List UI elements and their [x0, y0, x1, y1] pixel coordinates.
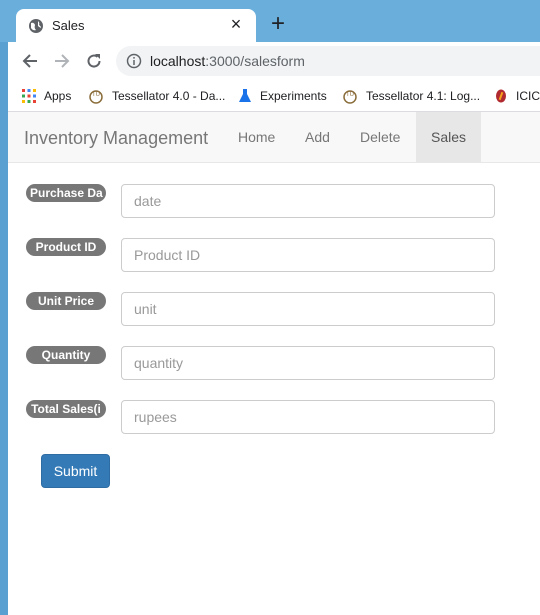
tab-strip: Sales × + — [0, 0, 540, 42]
nav-link-home[interactable]: Home — [223, 112, 290, 162]
globe-icon — [29, 19, 43, 33]
product-id-label: Product ID — [26, 238, 106, 256]
address-bar[interactable]: localhost:3000/salesform — [116, 46, 540, 76]
forward-button[interactable] — [50, 49, 74, 73]
nav-link-add[interactable]: Add — [290, 112, 345, 162]
bookmark-apps[interactable]: Apps — [22, 86, 71, 106]
bookmark-tessellator-41[interactable]: TU Tessellator 4.1: Log... — [342, 86, 480, 106]
bookmark-label: Tessellator 4.1: Log... — [366, 89, 481, 103]
arrow-left-icon — [22, 54, 37, 68]
tessellator-icon: TU — [343, 90, 357, 104]
total-sales-label: Total Sales(i — [26, 400, 106, 418]
bookmarks-bar: Apps TU Tessellator 4.0 - Da... Experime… — [8, 80, 540, 112]
browser-toolbar: localhost:3000/salesform — [8, 42, 540, 80]
unit-price-label: Unit Price — [26, 292, 106, 310]
purchase-date-label: Purchase Da — [26, 184, 106, 202]
back-button[interactable] — [18, 49, 42, 73]
app-navbar: Inventory Management Home Add Delete Sal… — [8, 112, 540, 163]
bookmark-label: Experiments — [260, 89, 327, 103]
url-host: localhost — [150, 53, 206, 69]
url-path: :3000/salesform — [205, 53, 305, 69]
arrow-right-icon — [55, 54, 70, 68]
reload-button[interactable] — [82, 49, 106, 73]
close-tab-icon[interactable]: × — [226, 14, 246, 34]
new-tab-button[interactable]: + — [268, 12, 288, 36]
reload-icon — [87, 54, 101, 68]
product-id-input[interactable] — [121, 238, 495, 272]
quantity-input[interactable] — [121, 346, 495, 380]
bookmark-tessellator-40[interactable]: TU Tessellator 4.0 - Da... — [88, 86, 225, 106]
submit-button[interactable]: Submit — [41, 454, 110, 488]
bookmark-label: Apps — [44, 89, 72, 103]
svg-text:TU: TU — [346, 92, 354, 98]
unit-price-input[interactable] — [121, 292, 495, 326]
nav-link-delete[interactable]: Delete — [345, 112, 415, 162]
flask-icon — [239, 89, 251, 102]
navbar-brand[interactable]: Inventory Management — [24, 128, 208, 149]
bookmark-label: ICIC — [516, 89, 540, 103]
bookmark-icici[interactable]: ICIC — [494, 86, 540, 106]
browser-tab[interactable]: Sales × — [16, 9, 256, 42]
icici-icon — [496, 89, 506, 103]
apps-grid-icon — [22, 89, 36, 103]
quantity-label: Quantity — [26, 346, 106, 364]
info-icon[interactable] — [126, 53, 142, 69]
tessellator-icon: TU — [89, 90, 103, 104]
bookmark-experiments[interactable]: Experiments — [238, 86, 327, 106]
url-text: localhost:3000/salesform — [150, 53, 305, 69]
svg-text:TU: TU — [92, 92, 100, 98]
tab-title: Sales — [52, 18, 85, 33]
nav-link-sales[interactable]: Sales — [416, 112, 481, 162]
page-content: Inventory Management Home Add Delete Sal… — [8, 112, 540, 615]
bookmark-label: Tessellator 4.0 - Da... — [112, 89, 226, 103]
purchase-date-input[interactable] — [121, 184, 495, 218]
total-sales-input[interactable] — [121, 400, 495, 434]
